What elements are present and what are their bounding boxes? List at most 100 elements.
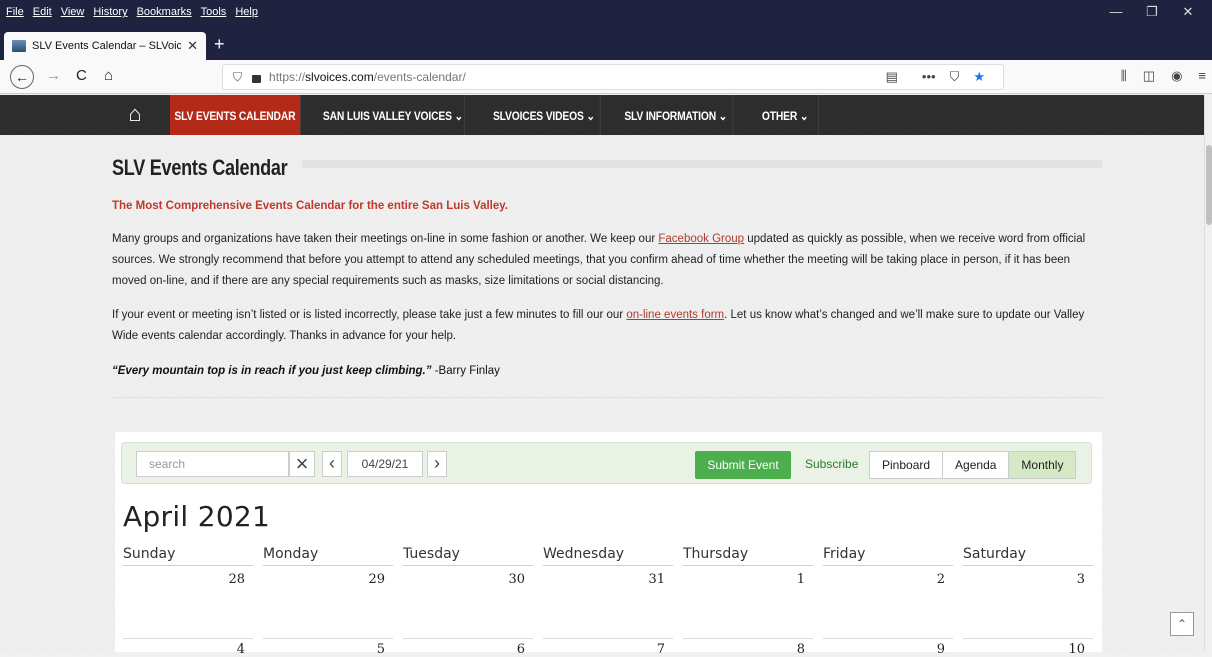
divider	[112, 397, 1102, 398]
browser-navbar: ← → C ⌂ ⛉ https://slvoices.com/events-ca…	[0, 60, 1212, 94]
menu-edit[interactable]: Edit	[33, 6, 52, 18]
browser-tab[interactable]: SLV Events Calendar – SLVoices ✕	[4, 32, 206, 60]
url-prefix: https://	[269, 70, 306, 84]
browser-menubar: File Edit View History Bookmarks Tools H…	[0, 0, 1212, 28]
day-cell[interactable]: 6	[395, 642, 525, 657]
toolbar-right: ⫼ ◫ ◉ ≡	[1121, 68, 1206, 84]
prev-month-icon[interactable]: ‹	[322, 451, 342, 477]
submit-event-button[interactable]: Submit Event	[695, 451, 791, 479]
menu-bookmarks[interactable]: Bookmarks	[137, 6, 192, 18]
nav-slv-information[interactable]: SLV INFORMATION ⌄	[619, 95, 734, 135]
page-scrollbar[interactable]	[1204, 95, 1212, 652]
weekday-saturday: Saturday	[963, 546, 1093, 566]
day-cell[interactable]: 9	[815, 642, 945, 657]
site-favicon-icon	[12, 40, 26, 52]
site-home-icon[interactable]: ⌂	[118, 101, 152, 129]
weekday-wednesday: Wednesday	[543, 546, 673, 566]
tab-strip: SLV Events Calendar – SLVoices ✕ +	[0, 28, 1212, 60]
view-pinboard-button[interactable]: Pinboard	[870, 452, 944, 478]
bookmark-star-icon[interactable]: ★	[973, 69, 985, 85]
url-host: slvoices.com	[305, 70, 374, 84]
clear-search-icon[interactable]: ×	[289, 451, 315, 477]
quote-text: “Every mountain top is in reach if you j…	[112, 365, 432, 377]
url-bar[interactable]: ⛉ https://slvoices.com/events-calendar/ …	[222, 64, 1004, 90]
day-cell[interactable]: 8	[675, 642, 805, 657]
intro-text-a: Many groups and organizations have taken…	[112, 233, 659, 245]
date-field[interactable]: 04/29/21	[347, 451, 423, 477]
sidebar-icon[interactable]: ◫	[1143, 68, 1155, 84]
calendar-toolbar: search × ‹ 04/29/21 › Submit Event Subsc…	[121, 442, 1092, 484]
menu-history[interactable]: History	[93, 6, 127, 18]
week-divider	[123, 638, 253, 639]
menu-help[interactable]: Help	[235, 6, 258, 18]
subscribe-link[interactable]: Subscribe	[805, 457, 858, 471]
day-cell[interactable]: 7	[535, 642, 665, 657]
month-title: April 2021	[123, 500, 271, 533]
page-tagline: The Most Comprehensive Events Calendar f…	[112, 200, 509, 212]
lock-icon[interactable]	[252, 75, 262, 83]
quote-author: -Barry Finlay	[431, 365, 500, 377]
day-cell[interactable]: 5	[255, 642, 385, 657]
minimize-button[interactable]: —	[1098, 4, 1134, 20]
new-tab-icon[interactable]: +	[214, 34, 225, 55]
close-window-button[interactable]: ✕	[1170, 4, 1206, 20]
url-path: /events-calendar/	[373, 70, 466, 84]
library-icon[interactable]: ⫼	[1121, 68, 1127, 84]
view-monthly-button[interactable]: Monthly	[1009, 452, 1076, 478]
week-divider	[543, 638, 673, 639]
quote: “Every mountain top is in reach if you j…	[112, 365, 500, 377]
menu-tools[interactable]: Tools	[201, 6, 227, 18]
site-navigation: ⌂ SLV EVENTS CALENDAR ⌄ SAN LUIS VALLEY …	[0, 95, 1204, 165]
window-controls: — ❐ ✕	[1098, 4, 1206, 20]
page-title: SLV Events Calendar	[112, 155, 288, 180]
weekday-monday: Monday	[263, 546, 393, 566]
scroll-to-top-icon[interactable]: ⌃	[1170, 612, 1194, 636]
page-body: SLV Events Calendar The Most Comprehensi…	[0, 135, 1204, 657]
tracking-shield-icon[interactable]: ⛉	[233, 70, 242, 85]
reader-view-icon[interactable]: ▤	[886, 69, 898, 85]
day-cell[interactable]: 29	[255, 572, 385, 587]
home-icon[interactable]: ⌂	[104, 67, 113, 84]
menu-list: File Edit View History Bookmarks Tools H…	[6, 6, 258, 18]
weekday-thursday: Thursday	[683, 546, 813, 566]
form-text-a: If your event or meeting isn’t listed or…	[112, 309, 627, 321]
day-cell[interactable]: 31	[535, 572, 665, 587]
page-actions-icon[interactable]: •••	[922, 69, 936, 85]
day-cell[interactable]: 10	[955, 642, 1085, 657]
day-cell[interactable]: 4	[115, 642, 245, 657]
reload-icon[interactable]: C	[76, 67, 87, 84]
menu-view[interactable]: View	[61, 6, 85, 18]
day-cell[interactable]: 28	[115, 572, 245, 587]
pocket-icon[interactable]: ⛉	[950, 69, 960, 85]
hamburger-menu-icon[interactable]: ≡	[1198, 68, 1206, 84]
nav-slvoices-videos[interactable]: SLVOICES VIDEOS ⌄	[488, 95, 601, 135]
week-divider	[963, 638, 1093, 639]
facebook-group-link[interactable]: Facebook Group	[658, 233, 744, 245]
nav-slv-events-calendar[interactable]: SLV EVENTS CALENDAR ⌄	[170, 95, 301, 165]
next-month-icon[interactable]: ›	[427, 451, 447, 477]
restore-button[interactable]: ❐	[1134, 4, 1170, 20]
day-cell[interactable]: 3	[955, 572, 1085, 587]
menu-file[interactable]: File	[6, 6, 24, 18]
scrollbar-thumb[interactable]	[1206, 145, 1212, 225]
forward-arrow-icon[interactable]: →	[46, 67, 61, 84]
day-cell[interactable]: 30	[395, 572, 525, 587]
weekday-friday: Friday	[823, 546, 953, 566]
day-cell[interactable]: 1	[675, 572, 805, 587]
intro-paragraph: Many groups and organizations have taken…	[112, 229, 1102, 292]
tab-title: SLV Events Calendar – SLVoices	[32, 40, 182, 52]
url-actions: ▤ ••• ⛉ ★	[886, 69, 1003, 85]
week-divider	[683, 638, 813, 639]
account-icon[interactable]: ◉	[1171, 68, 1182, 84]
url-text: https://slvoices.com/events-calendar/	[269, 70, 466, 84]
view-agenda-button[interactable]: Agenda	[943, 452, 1010, 478]
back-arrow-icon[interactable]: ←	[10, 65, 34, 89]
nav-other[interactable]: OTHER ⌄	[752, 95, 820, 135]
day-cell[interactable]: 2	[815, 572, 945, 587]
week-divider	[823, 638, 953, 639]
weekday-sunday: Sunday	[123, 546, 253, 566]
nav-san-luis-valley-voices[interactable]: SAN LUIS VALLEY VOICES ⌄	[322, 95, 465, 135]
search-input[interactable]: search	[136, 451, 289, 477]
close-tab-icon[interactable]: ✕	[187, 38, 198, 54]
online-events-form-link[interactable]: on-line events form	[626, 309, 724, 321]
